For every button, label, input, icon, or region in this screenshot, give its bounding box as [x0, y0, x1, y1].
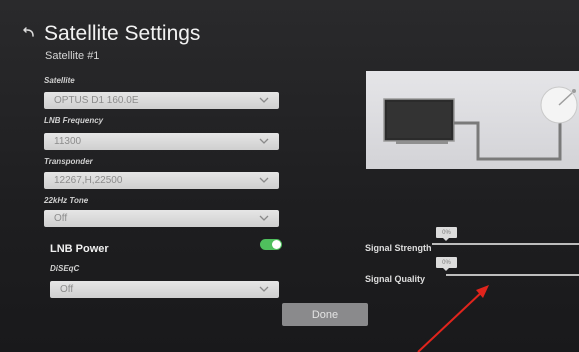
chevron-down-icon	[259, 215, 269, 221]
tv-dish-illustration	[383, 86, 578, 161]
lnb-frequency-value: 11300	[54, 136, 82, 147]
tone-22khz-label: 22kHz Tone	[44, 196, 89, 205]
diseqc-value: Off	[60, 284, 74, 295]
chevron-down-icon	[259, 286, 269, 292]
transponder-value: 12267,H,22500	[54, 175, 123, 186]
chevron-down-icon	[259, 177, 269, 183]
transponder-label: Transponder	[44, 157, 93, 166]
tone-22khz-value: Off	[54, 213, 68, 224]
signal-quality-bubble: 0%	[436, 257, 457, 271]
connection-diagram	[366, 71, 579, 169]
signal-strength-bubble: 0%	[436, 227, 457, 241]
page-title: Satellite Settings	[44, 22, 201, 45]
satellite-label: Satellite	[44, 76, 75, 85]
signal-quality-bar	[446, 274, 579, 276]
toggle-knob	[272, 240, 281, 249]
satellite-dropdown[interactable]: OPTUS D1 160.0E	[44, 92, 279, 109]
satellite-dish-icon	[540, 86, 578, 124]
diseqc-label: DiSEqC	[50, 264, 80, 273]
chevron-down-icon	[259, 97, 269, 103]
signal-quality-label: Signal Quality	[365, 274, 426, 284]
lnb-frequency-label: LNB Frequency	[44, 116, 104, 125]
transponder-dropdown[interactable]: 12267,H,22500	[44, 172, 279, 189]
diseqc-dropdown[interactable]: Off	[50, 281, 279, 298]
satellite-value: OPTUS D1 160.0E	[54, 95, 139, 106]
done-button[interactable]: Done	[282, 303, 368, 326]
tone-22khz-dropdown[interactable]: Off	[44, 210, 279, 227]
chevron-down-icon	[259, 138, 269, 144]
lnb-power-label: LNB Power	[50, 243, 109, 255]
tv-screen: Satellite Settings Satellite #1 Satellit…	[0, 0, 579, 352]
cable-line	[454, 111, 562, 161]
lnb-frequency-dropdown[interactable]: 11300	[44, 133, 279, 150]
signal-strength-bar	[432, 243, 579, 245]
lnb-power-toggle[interactable]	[260, 239, 282, 250]
back-arrow-icon[interactable]	[22, 26, 36, 40]
page-subtitle: Satellite #1	[45, 50, 100, 62]
signal-strength-label: Signal Strength	[365, 243, 432, 253]
